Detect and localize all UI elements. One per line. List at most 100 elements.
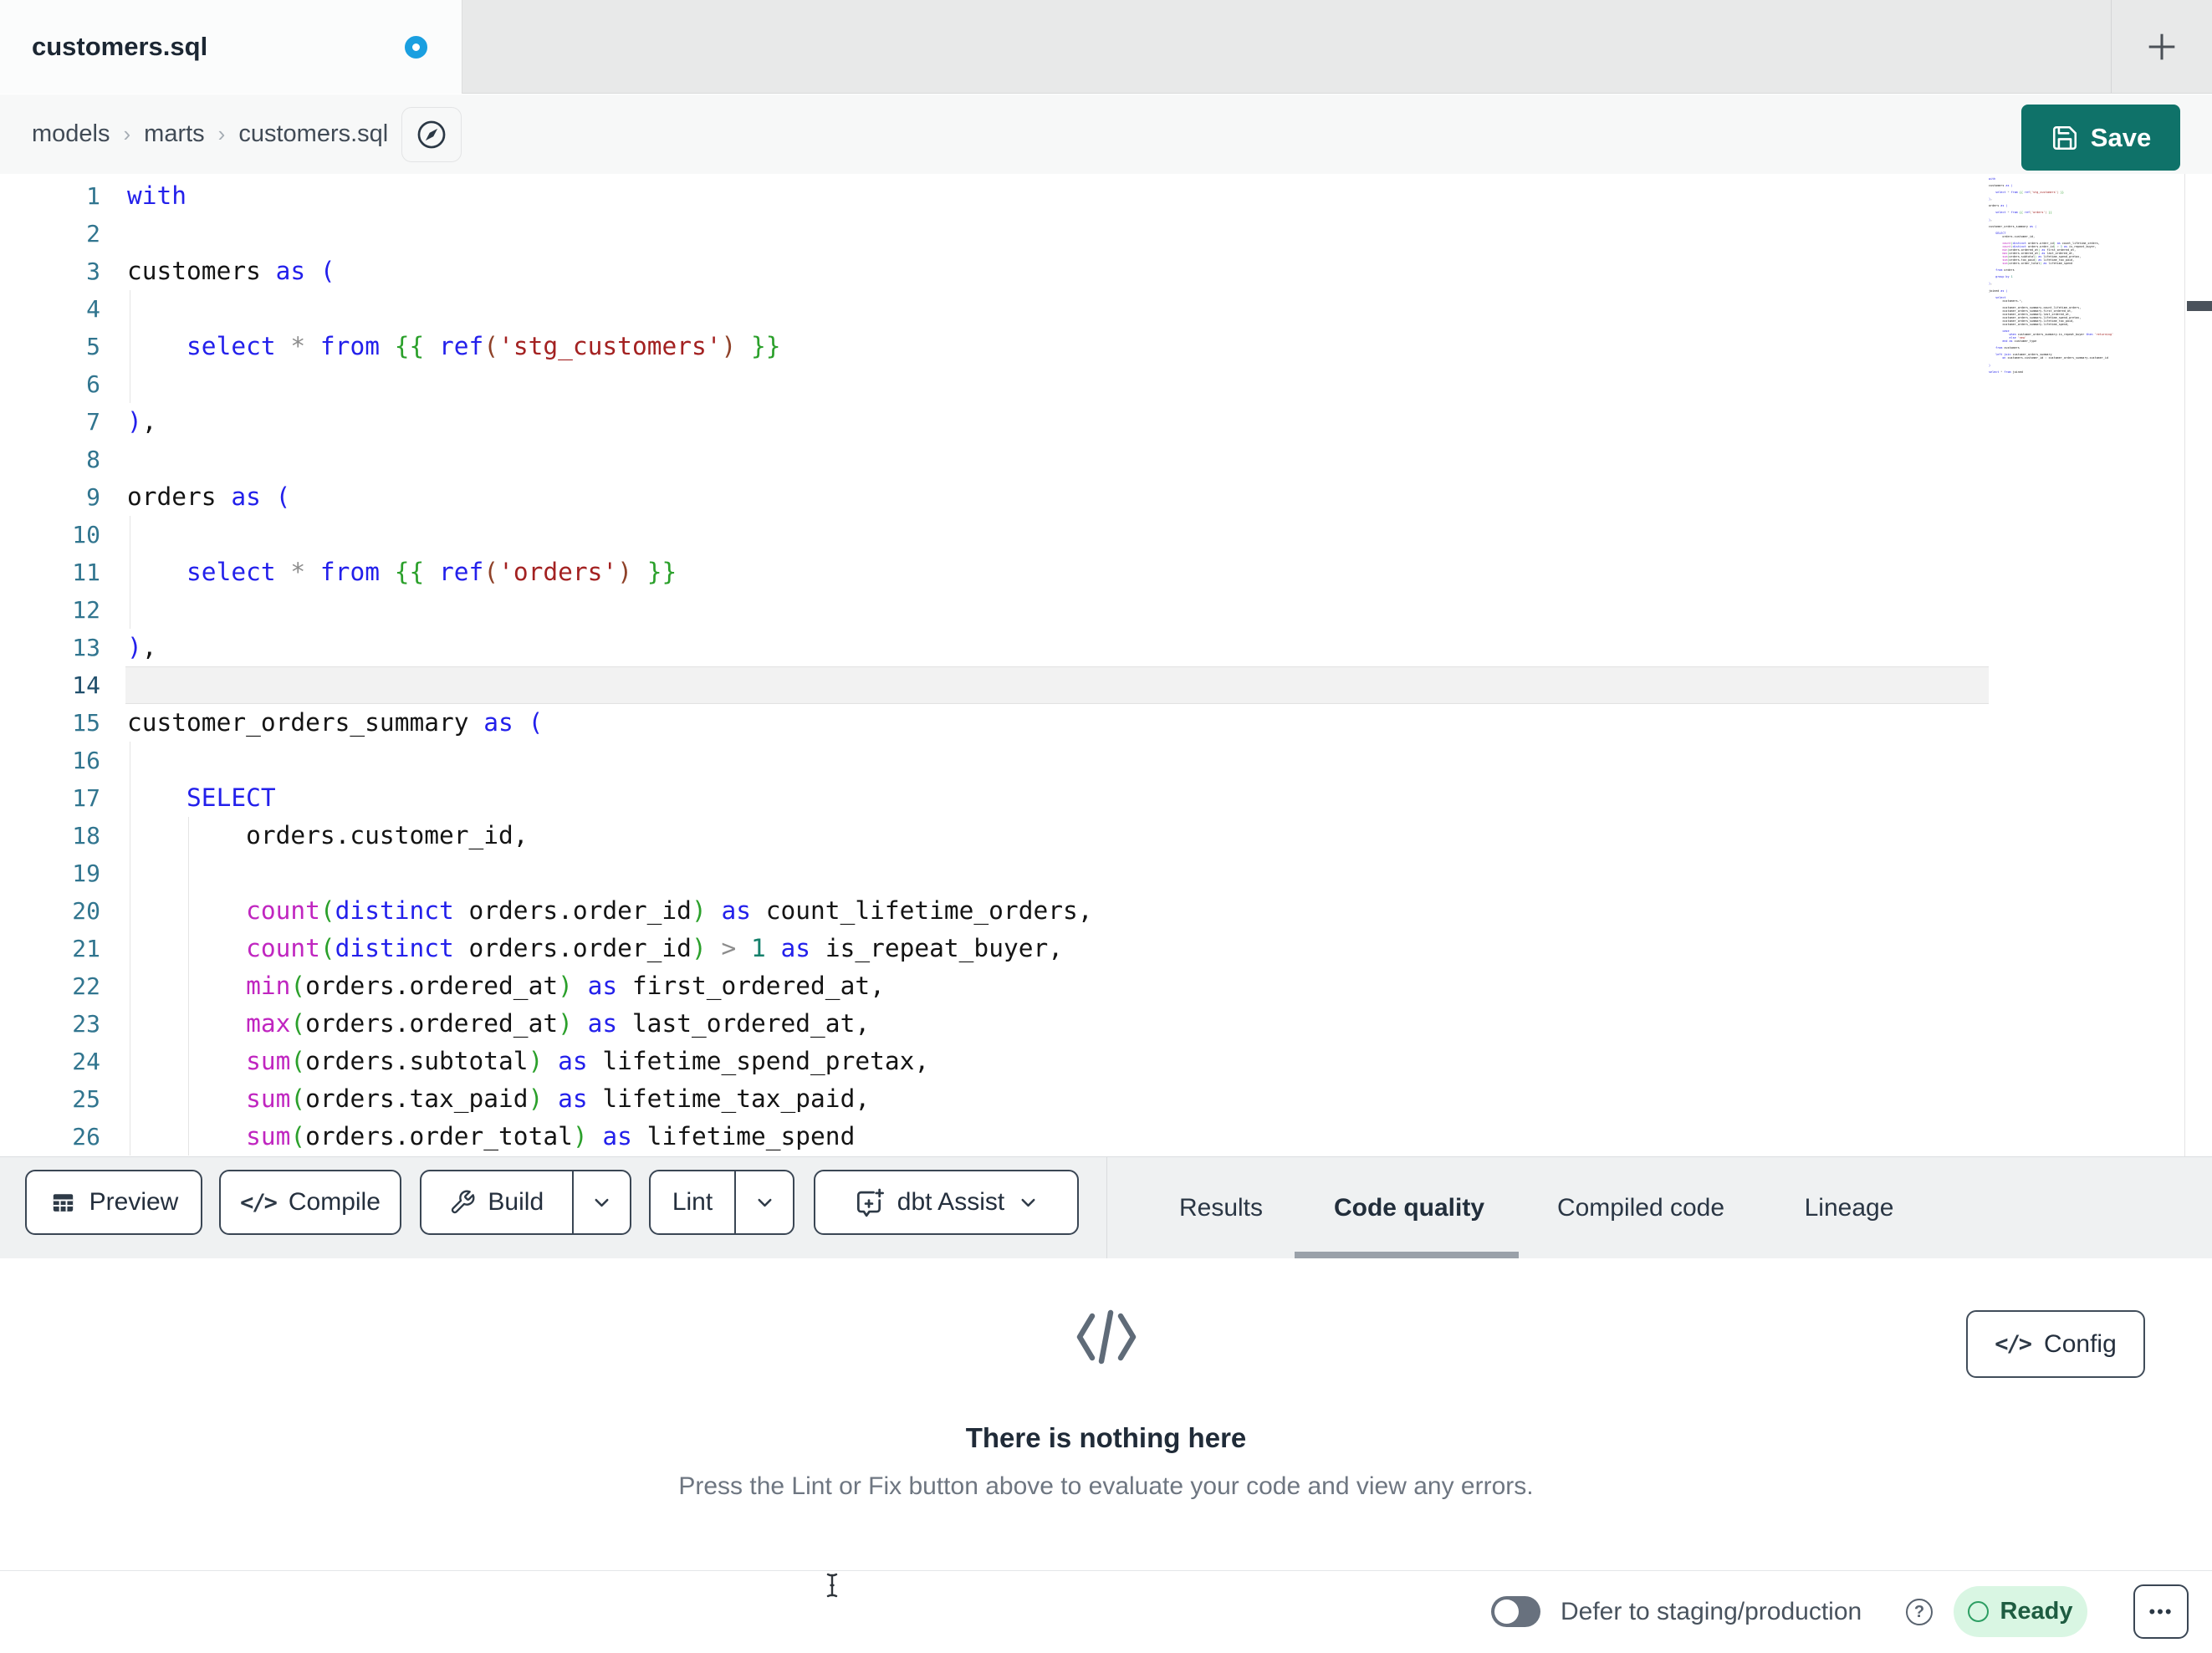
unsaved-changes-icon: [405, 36, 427, 59]
code-line[interactable]: ),: [127, 403, 1093, 441]
code-line[interactable]: count(distinct orders.order_id) as count…: [127, 892, 1092, 930]
tab-results[interactable]: Results: [1179, 1157, 1263, 1258]
dbt-assist-button[interactable]: dbt Assist: [814, 1170, 1079, 1235]
breadcrumb-item-marts[interactable]: marts: [144, 120, 205, 148]
code-line[interactable]: orders as (: [127, 478, 1093, 516]
line-number[interactable]: 9: [0, 478, 100, 516]
code-line[interactable]: [127, 365, 1093, 403]
breadcrumb-item-models[interactable]: models: [32, 120, 110, 148]
lint-dropdown[interactable]: [736, 1171, 793, 1233]
status-bar: Defer to staging/production ? Ready •••: [0, 1570, 2212, 1653]
help-icon[interactable]: ?: [1906, 1599, 1933, 1625]
line-number[interactable]: 2: [0, 215, 100, 253]
minimap-line: on customers.customer_id = customer_orde…: [2002, 356, 2108, 360]
line-number[interactable]: 14: [0, 666, 100, 704]
code-line[interactable]: select * from {{ ref('orders') }}: [127, 554, 1093, 591]
line-number-gutter[interactable]: 1 2 3 4 5 6 7 8 9 10 11 12 13 14 15 16 17 18 19 20 21 22 23 24 2…: [0, 177, 100, 1156]
line-number[interactable]: 20: [0, 892, 100, 930]
line-number[interactable]: 6: [0, 365, 100, 403]
line-number[interactable]: 11: [0, 554, 100, 591]
minimap[interactable]: with customers as ( select * from {{ ref…: [1989, 177, 2126, 386]
editor-tab-bar: customers.sql: [0, 0, 2212, 94]
code-line[interactable]: sum(orders.order_total) as lifetime_spen…: [127, 1118, 1093, 1156]
new-tab-button[interactable]: [2142, 28, 2182, 68]
code-brackets-icon: [1076, 1309, 1137, 1365]
code-line[interactable]: max(orders.ordered_at) as last_ordered_a…: [127, 1005, 1093, 1043]
ready-label: Ready: [2000, 1598, 2073, 1625]
line-number[interactable]: 12: [0, 591, 100, 629]
line-number[interactable]: 23: [0, 1005, 100, 1043]
code-line[interactable]: customers as (: [127, 253, 1093, 290]
line-number[interactable]: 16: [0, 742, 100, 779]
tab-code-quality[interactable]: Code quality: [1334, 1157, 1484, 1258]
line-number[interactable]: 3: [0, 253, 100, 290]
line-number[interactable]: 8: [0, 441, 100, 478]
line-number[interactable]: 24: [0, 1043, 100, 1080]
explore-file-button[interactable]: [401, 107, 462, 162]
empty-state: There is nothing here Press the Lint or …: [0, 1258, 2212, 1570]
line-number[interactable]: 7: [0, 403, 100, 441]
status-badge: Ready: [1954, 1586, 2087, 1637]
code-content[interactable]: with customers as ( select * from {{ ref…: [127, 177, 1093, 1156]
lint-button[interactable]: Lint: [649, 1170, 794, 1235]
code-line[interactable]: customer_orders_summary as (: [127, 704, 1093, 742]
line-number[interactable]: 26: [0, 1118, 100, 1156]
code-line[interactable]: orders.customer_id,: [127, 817, 1093, 855]
tab-lineage[interactable]: Lineage: [1805, 1157, 1894, 1258]
empty-state-subtitle: Press the Lint or Fix button above to ev…: [678, 1472, 1534, 1500]
compass-icon: [417, 120, 446, 149]
save-label: Save: [2090, 122, 2152, 152]
build-dropdown[interactable]: [574, 1171, 630, 1233]
line-number[interactable]: 22: [0, 967, 100, 1005]
divider: [2111, 0, 2112, 93]
line-number[interactable]: 18: [0, 817, 100, 855]
line-number[interactable]: 25: [0, 1080, 100, 1118]
code-line[interactable]: sum(orders.tax_paid) as lifetime_tax_pai…: [127, 1080, 1093, 1118]
chevron-down-icon: [1021, 1198, 1035, 1207]
code-line[interactable]: with: [127, 177, 1093, 215]
line-number[interactable]: 17: [0, 779, 100, 817]
code-line[interactable]: [127, 666, 1093, 704]
wrench-icon: [452, 1190, 475, 1214]
code-line[interactable]: sum(orders.subtotal) as lifetime_spend_p…: [127, 1043, 1093, 1080]
line-number[interactable]: 15: [0, 704, 100, 742]
compile-button[interactable]: </> Compile: [219, 1170, 401, 1235]
code-line[interactable]: [127, 215, 1093, 253]
preview-button[interactable]: Preview: [25, 1170, 202, 1235]
breadcrumb: models › marts › customers.sql: [32, 94, 388, 174]
defer-toggle[interactable]: [1491, 1596, 1540, 1627]
code-line[interactable]: ),: [127, 629, 1093, 666]
line-number[interactable]: 5: [0, 328, 100, 365]
code-line[interactable]: [127, 591, 1093, 629]
breadcrumb-item-file[interactable]: customers.sql: [238, 120, 388, 148]
line-number[interactable]: 13: [0, 629, 100, 666]
code-line[interactable]: [127, 742, 1093, 779]
code-line[interactable]: SELECT: [127, 779, 1093, 817]
ready-circle-icon: [1968, 1601, 1990, 1622]
scrollbar-thumb[interactable]: [2187, 301, 2212, 311]
line-number[interactable]: 1: [0, 177, 100, 215]
line-number[interactable]: 19: [0, 855, 100, 892]
compile-label: Compile: [288, 1188, 381, 1216]
lint-main-segment[interactable]: Lint: [651, 1171, 734, 1233]
chevron-down-icon: [595, 1198, 609, 1207]
more-options-button[interactable]: •••: [2133, 1584, 2189, 1639]
chevron-down-icon: [758, 1198, 771, 1207]
build-button[interactable]: Build: [420, 1170, 631, 1235]
defer-label: Defer to staging/production: [1561, 1598, 1862, 1625]
build-main-segment[interactable]: Build: [421, 1171, 572, 1233]
code-line[interactable]: count(distinct orders.order_id) > 1 as i…: [127, 930, 1093, 967]
code-line[interactable]: [127, 516, 1093, 554]
line-number[interactable]: 10: [0, 516, 100, 554]
code-line[interactable]: [127, 441, 1093, 478]
code-line[interactable]: [127, 290, 1093, 328]
save-button[interactable]: Save: [2021, 105, 2180, 171]
tab-customers-sql[interactable]: customers.sql: [0, 0, 462, 94]
tab-compiled-code[interactable]: Compiled code: [1557, 1157, 1724, 1258]
code-editor[interactable]: 1 2 3 4 5 6 7 8 9 10 11 12 13 14 15 16 17 18 19 20 21 22 23 24 2…: [0, 174, 2212, 1156]
code-line[interactable]: min(orders.ordered_at) as first_ordered_…: [127, 967, 1093, 1005]
code-line[interactable]: select * from {{ ref('stg_customers') }}: [127, 328, 1093, 365]
line-number[interactable]: 21: [0, 930, 100, 967]
line-number[interactable]: 4: [0, 290, 100, 328]
code-line[interactable]: [127, 855, 1093, 892]
